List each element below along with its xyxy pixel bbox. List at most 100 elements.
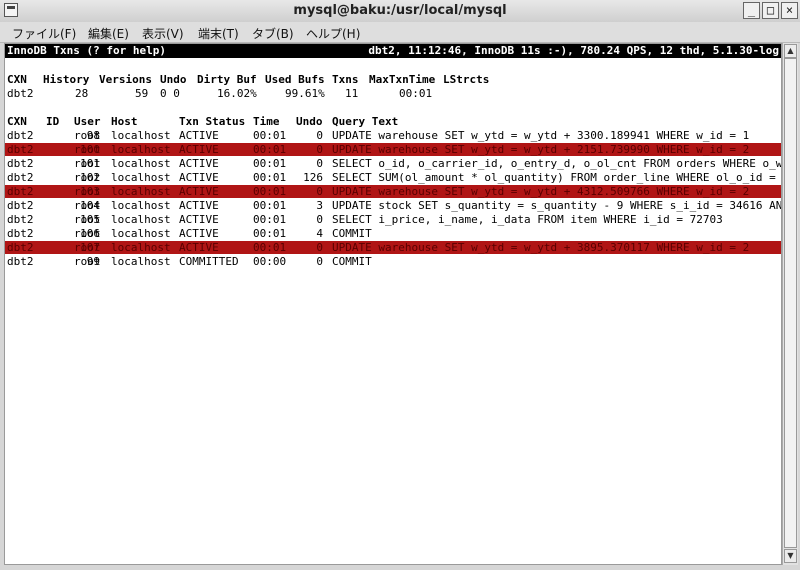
scrollbar-thumb[interactable] (784, 58, 797, 548)
txn-cxn: dbt2 (7, 227, 34, 240)
txn-time: 00:00 (253, 255, 287, 268)
txn-query: UPDATE warehouse SET w_ytd = w_ytd + 431… (332, 185, 750, 198)
txn-time: 00:01 (253, 129, 287, 142)
innotop-header: InnoDB Txns (? for help) dbt2, 11:12:46,… (5, 44, 781, 58)
txn-time: 00:01 (253, 241, 287, 254)
summary-header-lstrcts: LStrcts (443, 73, 490, 86)
txn-user: root (74, 255, 101, 268)
txn-host: localhost (111, 129, 171, 142)
txn-user: root (74, 241, 101, 254)
txn-host: localhost (111, 185, 171, 198)
txn-cxn: dbt2 (7, 129, 34, 142)
summary-cxn: dbt2 (7, 87, 34, 100)
txn-header-host: Host (111, 115, 138, 128)
txn-status: COMMITTED (179, 255, 239, 268)
summary-versions: 59 (135, 87, 149, 100)
txn-user: root (74, 157, 101, 170)
txn-time: 00:01 (253, 227, 287, 240)
txn-row: dbt2 100 root localhost ACTIVE 00:01 0 UPDATE w… (5, 143, 781, 156)
vertical-scrollbar[interactable]: ▲ ▼ (782, 43, 798, 565)
txn-undo: 4 (316, 227, 323, 240)
summary-header-row: CXN History Versions Undo Dirty Buf Used… (5, 73, 781, 86)
summary-header-txns: Txns (332, 73, 359, 86)
txn-status: ACTIVE (179, 227, 219, 240)
txn-user: root (74, 227, 101, 240)
summary-dirty-buf: 16.02% (217, 87, 257, 100)
scroll-up-arrow-icon[interactable]: ▲ (784, 44, 797, 58)
summary-header-undo: Undo (160, 73, 187, 86)
header-status: dbt2, 11:12:46, InnoDB 11s :-), 780.24 Q… (368, 44, 779, 57)
summary-header-cxn: CXN (7, 73, 27, 86)
maximize-button[interactable]: □ (762, 2, 779, 19)
txn-cxn: dbt2 (7, 157, 34, 170)
txn-cxn: dbt2 (7, 171, 34, 184)
txn-header-cxn: CXN (7, 115, 27, 128)
txn-status: ACTIVE (179, 171, 219, 184)
menu-terminal[interactable]: 端末(T) (198, 25, 239, 42)
txn-undo: 0 (316, 157, 323, 170)
summary-history: 28 (75, 87, 89, 100)
txn-time: 00:01 (253, 185, 287, 198)
txn-undo: 126 (303, 171, 323, 184)
txn-host: localhost (111, 213, 171, 226)
txn-row: dbt2 107 root localhost ACTIVE 00:01 0 UPDATE w… (5, 241, 781, 254)
menu-edit[interactable]: 編集(E) (88, 25, 129, 42)
txn-undo: 0 (316, 213, 323, 226)
summary-header-used-bufs: Used Bufs (265, 73, 325, 86)
menu-tabs[interactable]: タブ(B) (252, 25, 294, 42)
txn-header-row: CXN ID User Host Txn Status Time Undo Qu… (5, 115, 781, 128)
txn-user: root (74, 185, 101, 198)
txn-undo: 3 (316, 199, 323, 212)
txn-status: ACTIVE (179, 199, 219, 212)
txn-user: root (74, 129, 101, 142)
txn-user: root (74, 171, 101, 184)
txn-undo: 0 (316, 185, 323, 198)
txn-time: 00:01 (253, 199, 287, 212)
txn-status: ACTIVE (179, 129, 219, 142)
txn-time: 00:01 (253, 157, 287, 170)
summary-txns: 11 (345, 87, 359, 100)
txn-status: ACTIVE (179, 157, 219, 170)
summary-header-history: History (43, 73, 90, 86)
txn-row: dbt2 99 root localhost COMMITTED 00:00 0 COMMIT (5, 255, 781, 268)
summary-header-versions: Versions (99, 73, 152, 86)
txn-host: localhost (111, 157, 171, 170)
txn-row: dbt2 98 root localhost ACTIVE 00:01 0 UPDATE wa… (5, 129, 781, 142)
minimize-button[interactable]: _ (743, 2, 760, 19)
close-button[interactable]: × (781, 2, 798, 19)
txn-host: localhost (111, 255, 171, 268)
txn-query: UPDATE warehouse SET w_ytd = w_ytd + 389… (332, 241, 750, 254)
txn-time: 00:01 (253, 213, 287, 226)
summary-values-row: dbt2 28 59 0 0 16.02% 99.61% 11 00:01 (5, 87, 781, 100)
txn-user: root (74, 143, 101, 156)
txn-status: ACTIVE (179, 185, 219, 198)
txn-query: COMMIT (332, 255, 372, 268)
txn-query: COMMIT (332, 227, 372, 240)
txn-header-query-text: Query Text (332, 115, 399, 128)
txn-cxn: dbt2 (7, 185, 34, 198)
scroll-down-arrow-icon[interactable]: ▼ (784, 549, 797, 563)
txn-cxn: dbt2 (7, 213, 34, 226)
txn-cxn: dbt2 (7, 143, 34, 156)
menu-file[interactable]: ファイル(F) (12, 25, 76, 42)
txn-header-user: User (74, 115, 101, 128)
menu-bar: ファイル(F) 編集(E) 表示(V) 端末(T) タブ(B) ヘルプ(H) (0, 22, 800, 43)
menu-help[interactable]: ヘルプ(H) (306, 25, 360, 42)
txn-cxn: dbt2 (7, 255, 34, 268)
txn-query: SELECT o_id, o_carrier_id, o_entry_d, o_… (332, 157, 782, 170)
window-titlebar[interactable]: mysql@baku:/usr/local/mysql _ □ × (0, 0, 800, 23)
terminal-area[interactable]: InnoDB Txns (? for help) dbt2, 11:12:46,… (4, 43, 782, 565)
txn-row: dbt2 105 root localhost ACTIVE 00:01 0 SELECT i… (5, 213, 781, 226)
summary-header-maxtxntime: MaxTxnTime (369, 73, 436, 86)
txn-undo: 0 (316, 143, 323, 156)
txn-user: root (74, 213, 101, 226)
txn-status: ACTIVE (179, 143, 219, 156)
txn-header-txn-status: Txn Status (179, 115, 246, 128)
txn-undo: 0 (316, 241, 323, 254)
txn-time: 00:01 (253, 171, 287, 184)
txn-query: UPDATE warehouse SET w_ytd = w_ytd + 330… (332, 129, 750, 142)
menu-view[interactable]: 表示(V) (142, 25, 184, 42)
txn-host: localhost (111, 227, 171, 240)
txn-query: UPDATE stock SET s_quantity = s_quantity… (332, 199, 782, 212)
txn-host: localhost (111, 143, 171, 156)
